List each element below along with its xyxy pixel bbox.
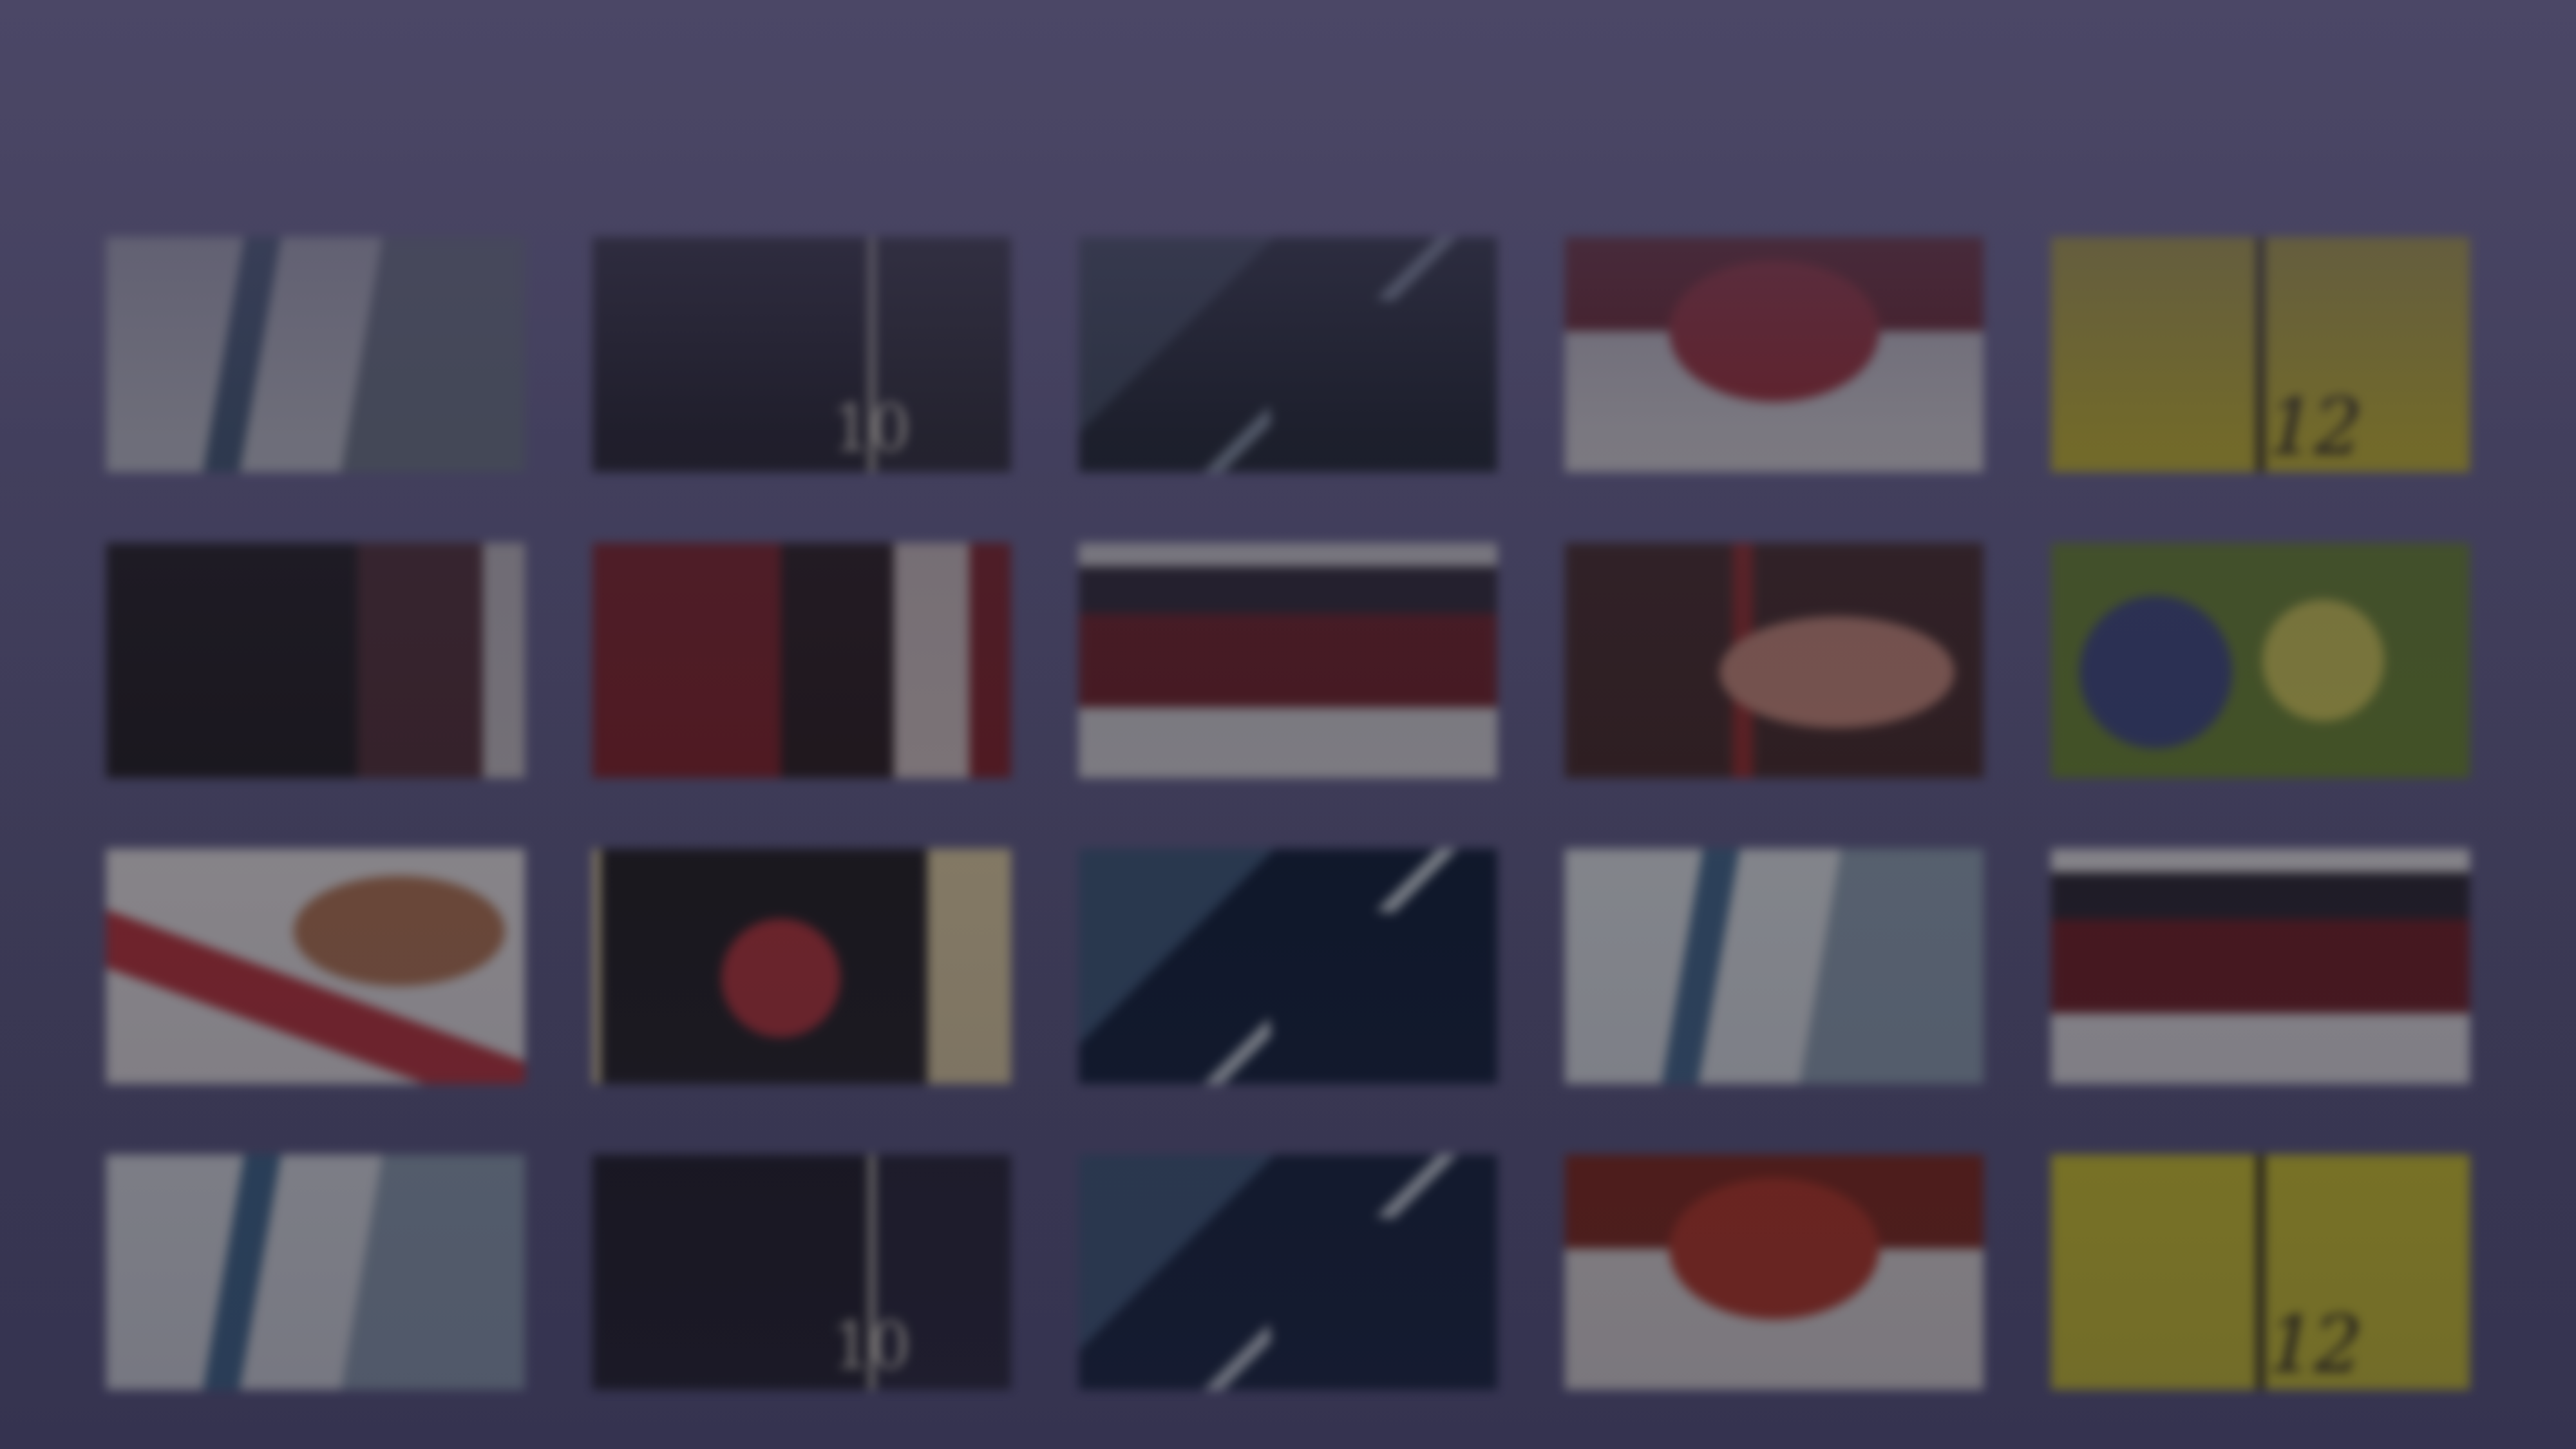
thumbnail-red-collage[interactable] bbox=[592, 543, 1011, 778]
thumbnail-racing-poster-light[interactable] bbox=[1565, 849, 1984, 1084]
thumbnail-dark-poster-number[interactable]: 10 bbox=[592, 237, 1011, 472]
thumbnail-number-label: 12 bbox=[2267, 1300, 2363, 1390]
thumbnail-racing-poster-blue[interactable] bbox=[106, 237, 525, 472]
thumbnail-yellow-poster-number[interactable]: 12 bbox=[2051, 237, 2470, 472]
thumbnail-number-label: 10 bbox=[831, 1308, 911, 1383]
thumbnail-number-label: 10 bbox=[831, 390, 911, 466]
thumbnail-group-photo-banner[interactable] bbox=[1079, 543, 1497, 778]
thumbnail-grid: 10 12 10 12 bbox=[0, 0, 2576, 1449]
thumbnail-space-station-dark[interactable] bbox=[1079, 237, 1497, 472]
thumbnail-green-cartoon[interactable] bbox=[2051, 543, 2470, 778]
blurred-overlay-screen: 10 12 10 12 bbox=[0, 0, 2576, 1449]
thumbnail-close-up-faces[interactable] bbox=[1565, 543, 1984, 778]
thumbnail-space-station-blue[interactable] bbox=[1079, 849, 1497, 1084]
thumbnail-racing-poster-blue-2[interactable] bbox=[106, 1155, 525, 1390]
thumbnail-group-photo-banner-2[interactable] bbox=[2051, 849, 2470, 1084]
thumbnail-yellow-poster-number-2[interactable]: 12 bbox=[2051, 1155, 2470, 1390]
thumbnail-red-figure-poster[interactable] bbox=[1565, 237, 1984, 472]
thumbnail-space-station-blue-2[interactable] bbox=[1079, 1155, 1497, 1390]
thumbnail-dark-poster-number-2[interactable]: 10 bbox=[592, 1155, 1011, 1390]
thumbnail-face-close-up-light[interactable] bbox=[106, 849, 525, 1084]
thumbnail-red-figure-poster-2[interactable] bbox=[1565, 1155, 1984, 1390]
thumbnail-number-label: 12 bbox=[2267, 383, 2363, 472]
thumbnail-dark-red-portrait[interactable] bbox=[106, 543, 525, 778]
thumbnail-red-nine-poster[interactable] bbox=[592, 849, 1011, 1084]
